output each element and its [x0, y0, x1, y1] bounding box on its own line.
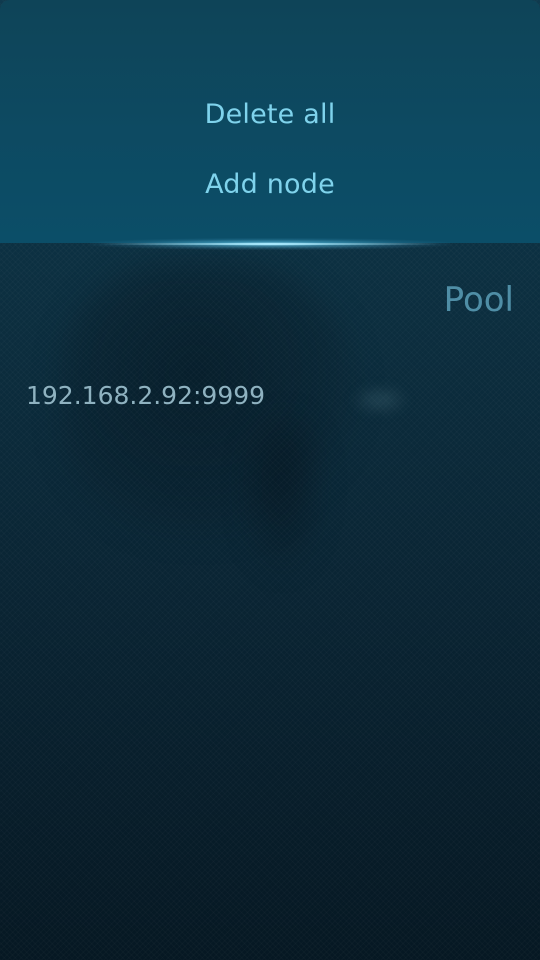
- node-list-item[interactable]: 192.168.2.92:9999: [0, 370, 540, 422]
- pool-page: Delete all Add node Pool 192.168.2.92:99…: [0, 0, 540, 960]
- pulley-menu: Delete all Add node: [0, 0, 540, 243]
- delete-all-menu-item[interactable]: Delete all: [0, 97, 540, 133]
- node-address: 192.168.2.92:9999: [26, 381, 266, 410]
- add-node-menu-item[interactable]: Add node: [0, 167, 540, 203]
- wallpaper-blur-stem: [250, 420, 320, 570]
- pulley-menu-indicator-line: [100, 243, 440, 245]
- page-title: Pool: [443, 280, 514, 320]
